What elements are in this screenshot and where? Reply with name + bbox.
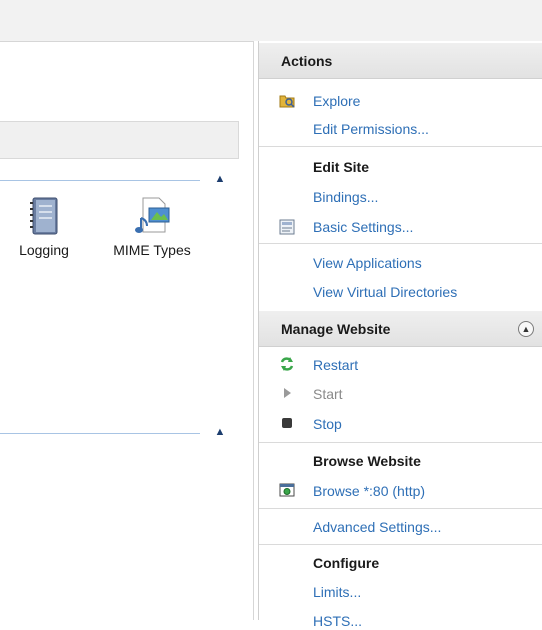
features-view: ▲ Logging MIME Types ▲ (0, 41, 254, 620)
explore-link[interactable]: Explore (313, 92, 360, 110)
section-divider (259, 243, 542, 244)
collapse-group-chevron-icon[interactable]: ▲ (211, 425, 229, 439)
section-divider (259, 508, 542, 509)
explore-icon (279, 92, 295, 108)
basic-settings-icon (279, 219, 295, 235)
feature-logging-label: Logging (19, 242, 69, 258)
group-header-bar (0, 121, 239, 159)
logging-icon (30, 197, 58, 235)
start-link[interactable]: Start (313, 385, 343, 403)
limits-link[interactable]: Limits... (313, 583, 361, 601)
section-divider (259, 442, 542, 443)
stop-link[interactable]: Stop (313, 415, 342, 433)
actions-pane: Actions Explore Edit Permissions... Edit… (258, 41, 542, 629)
browse-icon (279, 482, 295, 498)
feature-mime-types-label: MIME Types (113, 242, 191, 258)
collapse-section-chevron-icon[interactable]: ▲ (518, 321, 534, 337)
browse-http-link[interactable]: Browse *:80 (http) (313, 482, 425, 500)
hsts-link[interactable]: HSTS... (313, 612, 362, 630)
section-divider (259, 544, 542, 545)
group-separator-line (0, 180, 200, 181)
mime-types-icon (135, 197, 170, 233)
actions-header: Actions (259, 43, 542, 79)
feature-logging[interactable]: Logging (6, 196, 82, 258)
collapse-group-chevron-icon[interactable]: ▲ (211, 172, 229, 186)
bindings-link[interactable]: Bindings... (313, 188, 378, 206)
advanced-settings-link[interactable]: Advanced Settings... (313, 518, 441, 536)
view-virtual-directories-link[interactable]: View Virtual Directories (313, 283, 457, 301)
view-applications-link[interactable]: View Applications (313, 254, 422, 272)
section-divider (259, 146, 542, 147)
browse-website-title: Browse Website (313, 453, 421, 469)
edit-site-title: Edit Site (313, 159, 370, 175)
restart-icon (279, 356, 295, 372)
feature-mime-types[interactable]: MIME Types (104, 196, 200, 258)
manage-website-title: Manage Website (281, 320, 391, 337)
top-strip (0, 0, 542, 41)
stop-icon (279, 415, 295, 431)
group-separator-line (0, 433, 200, 434)
edit-permissions-link[interactable]: Edit Permissions... (313, 120, 429, 138)
restart-link[interactable]: Restart (313, 356, 358, 374)
configure-title: Configure (313, 555, 380, 571)
start-icon (279, 385, 295, 401)
basic-settings-link[interactable]: Basic Settings... (313, 218, 413, 236)
manage-website-header: Manage Website (259, 311, 542, 347)
